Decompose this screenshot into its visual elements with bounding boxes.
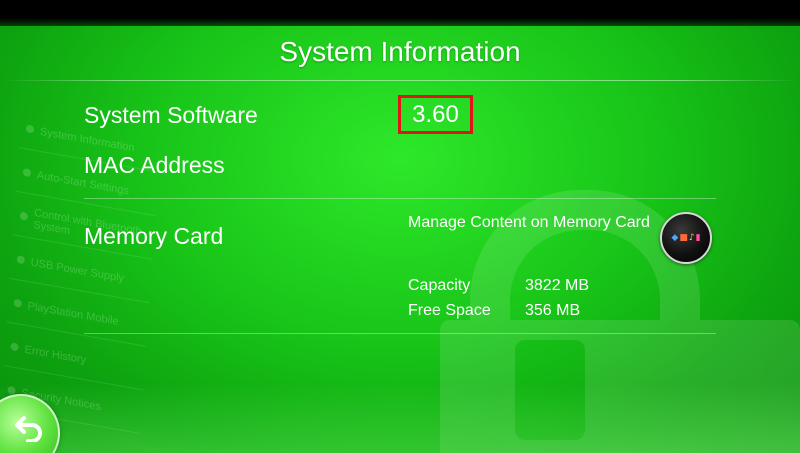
capacity-label: Capacity — [408, 277, 471, 294]
page-title: System Information — [279, 36, 521, 67]
top-bar — [0, 0, 800, 26]
screen: System Information Auto-Start Settings C… — [0, 0, 800, 453]
mac-address-label: MAC Address — [84, 152, 225, 178]
free-space-value: 356 MB — [525, 302, 581, 319]
content-manager-icon[interactable]: ◆ ■ ♪ ▮ — [660, 212, 712, 264]
manage-content-label[interactable]: Manage Content on Memory Card — [408, 212, 658, 233]
section-divider — [84, 333, 716, 334]
free-space-label: Free Space — [408, 302, 491, 319]
capacity-value: 3822 MB — [525, 277, 590, 294]
back-arrow-icon[interactable] — [14, 414, 44, 442]
section-divider — [84, 198, 716, 199]
system-software-value: 3.60 — [398, 95, 473, 134]
title-divider — [0, 80, 800, 81]
system-software-label: System Software — [84, 102, 258, 128]
bottom-glow — [0, 383, 800, 453]
memory-card-label: Memory Card — [84, 223, 224, 249]
